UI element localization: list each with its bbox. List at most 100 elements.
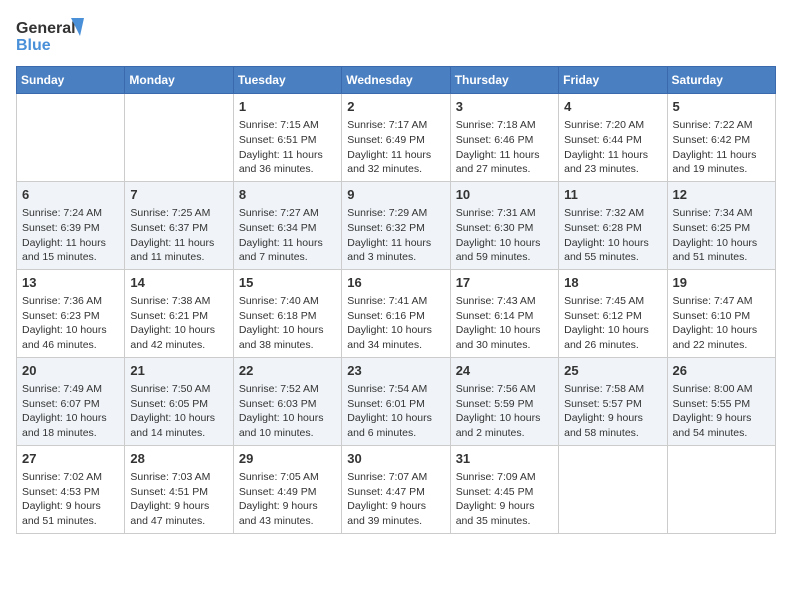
day-info: Sunrise: 8:00 AM Sunset: 5:55 PM Dayligh… [673, 382, 770, 441]
day-info: Sunrise: 7:09 AM Sunset: 4:45 PM Dayligh… [456, 470, 553, 529]
day-info: Sunrise: 7:47 AM Sunset: 6:10 PM Dayligh… [673, 294, 770, 353]
calendar-cell [125, 94, 233, 182]
day-number: 15 [239, 274, 336, 292]
day-info: Sunrise: 7:54 AM Sunset: 6:01 PM Dayligh… [347, 382, 444, 441]
day-info: Sunrise: 7:24 AM Sunset: 6:39 PM Dayligh… [22, 206, 119, 265]
day-number: 11 [564, 186, 661, 204]
day-info: Sunrise: 7:58 AM Sunset: 5:57 PM Dayligh… [564, 382, 661, 441]
calendar-cell: 17 Sunrise: 7:43 AM Sunset: 6:14 PM Dayli… [450, 269, 558, 357]
day-number: 26 [673, 362, 770, 380]
calendar-cell: 1 Sunrise: 7:15 AM Sunset: 6:51 PM Daylig… [233, 94, 341, 182]
calendar-cell: 22 Sunrise: 7:52 AM Sunset: 6:03 PM Dayli… [233, 357, 341, 445]
day-number: 10 [456, 186, 553, 204]
day-number: 13 [22, 274, 119, 292]
svg-text:General: General [16, 20, 76, 37]
calendar-cell: 3Sunrise: 7:18 AM Sunset: 6:46 PM Daylig… [450, 94, 558, 182]
day-info: Sunrise: 7:50 AM Sunset: 6:05 PM Dayligh… [130, 382, 227, 441]
calendar-cell: 23 Sunrise: 7:54 AM Sunset: 6:01 PM Dayli… [342, 357, 450, 445]
day-number: 7 [130, 186, 227, 204]
calendar-header-sunday: Sunday [17, 67, 125, 94]
calendar-week-5: 27 Sunrise: 7:02 AM Sunset: 4:53 PM Dayli… [17, 445, 776, 533]
day-info: Sunrise: 7:43 AM Sunset: 6:14 PM Dayligh… [456, 294, 553, 353]
day-info: Sunrise: 7:41 AM Sunset: 6:16 PM Dayligh… [347, 294, 444, 353]
calendar-week-4: 20Sunrise: 7:49 AM Sunset: 6:07 PM Dayli… [17, 357, 776, 445]
page-header: GeneralBlue [16, 16, 776, 56]
day-info: Sunrise: 7:32 AM Sunset: 6:28 PM Dayligh… [564, 206, 661, 265]
calendar-week-3: 13Sunrise: 7:36 AM Sunset: 6:23 PM Dayli… [17, 269, 776, 357]
day-number: 29 [239, 450, 336, 468]
calendar-header-friday: Friday [559, 67, 667, 94]
calendar-week-2: 6 Sunrise: 7:24 AM Sunset: 6:39 PM Daylig… [17, 181, 776, 269]
calendar-cell: 24 Sunrise: 7:56 AM Sunset: 5:59 PM Dayli… [450, 357, 558, 445]
calendar-cell: 15 Sunrise: 7:40 AM Sunset: 6:18 PM Dayli… [233, 269, 341, 357]
calendar-cell: 6 Sunrise: 7:24 AM Sunset: 6:39 PM Daylig… [17, 181, 125, 269]
day-number: 21 [130, 362, 227, 380]
day-number: 30 [347, 450, 444, 468]
calendar-header-row: SundayMondayTuesdayWednesdayThursdayFrid… [17, 67, 776, 94]
calendar-cell: 28 Sunrise: 7:03 AM Sunset: 4:51 PM Dayli… [125, 445, 233, 533]
svg-text:Blue: Blue [16, 37, 51, 54]
logo-svg: GeneralBlue [16, 16, 86, 56]
day-number: 23 [347, 362, 444, 380]
calendar-cell: 18 Sunrise: 7:45 AM Sunset: 6:12 PM Dayli… [559, 269, 667, 357]
day-number: 9 [347, 186, 444, 204]
logo: GeneralBlue [16, 16, 86, 56]
day-number: 2 [347, 98, 444, 116]
calendar-cell [667, 445, 775, 533]
day-info: Sunrise: 7:03 AM Sunset: 4:51 PM Dayligh… [130, 470, 227, 529]
day-info: Sunrise: 7:52 AM Sunset: 6:03 PM Dayligh… [239, 382, 336, 441]
calendar-cell: 31 Sunrise: 7:09 AM Sunset: 4:45 PM Dayli… [450, 445, 558, 533]
day-info: Sunrise: 7:31 AM Sunset: 6:30 PM Dayligh… [456, 206, 553, 265]
day-info: Sunrise: 7:02 AM Sunset: 4:53 PM Dayligh… [22, 470, 119, 529]
day-info: Sunrise: 7:20 AM Sunset: 6:44 PM Dayligh… [564, 118, 661, 177]
calendar-cell [559, 445, 667, 533]
calendar-cell: 20Sunrise: 7:49 AM Sunset: 6:07 PM Dayli… [17, 357, 125, 445]
day-number: 8 [239, 186, 336, 204]
day-info: Sunrise: 7:05 AM Sunset: 4:49 PM Dayligh… [239, 470, 336, 529]
day-number: 17 [456, 274, 553, 292]
day-info: Sunrise: 7:29 AM Sunset: 6:32 PM Dayligh… [347, 206, 444, 265]
day-number: 14 [130, 274, 227, 292]
day-info: Sunrise: 7:15 AM Sunset: 6:51 PM Dayligh… [239, 118, 336, 177]
day-number: 18 [564, 274, 661, 292]
day-info: Sunrise: 7:17 AM Sunset: 6:49 PM Dayligh… [347, 118, 444, 177]
day-number: 1 [239, 98, 336, 116]
day-number: 16 [347, 274, 444, 292]
calendar-week-1: 1 Sunrise: 7:15 AM Sunset: 6:51 PM Daylig… [17, 94, 776, 182]
calendar-cell: 26 Sunrise: 8:00 AM Sunset: 5:55 PM Dayli… [667, 357, 775, 445]
day-number: 28 [130, 450, 227, 468]
calendar-cell: 10 Sunrise: 7:31 AM Sunset: 6:30 PM Dayli… [450, 181, 558, 269]
day-number: 22 [239, 362, 336, 380]
calendar-cell: 25Sunrise: 7:58 AM Sunset: 5:57 PM Dayli… [559, 357, 667, 445]
calendar-cell: 8 Sunrise: 7:27 AM Sunset: 6:34 PM Daylig… [233, 181, 341, 269]
day-number: 6 [22, 186, 119, 204]
day-info: Sunrise: 7:07 AM Sunset: 4:47 PM Dayligh… [347, 470, 444, 529]
day-number: 24 [456, 362, 553, 380]
calendar-header-wednesday: Wednesday [342, 67, 450, 94]
calendar-header-thursday: Thursday [450, 67, 558, 94]
day-number: 5 [673, 98, 770, 116]
day-number: 4 [564, 98, 661, 116]
calendar-table: SundayMondayTuesdayWednesdayThursdayFrid… [16, 66, 776, 534]
day-info: Sunrise: 7:27 AM Sunset: 6:34 PM Dayligh… [239, 206, 336, 265]
day-number: 3 [456, 98, 553, 116]
calendar-cell: 5Sunrise: 7:22 AM Sunset: 6:42 PM Daylig… [667, 94, 775, 182]
day-info: Sunrise: 7:25 AM Sunset: 6:37 PM Dayligh… [130, 206, 227, 265]
calendar-cell: 9 Sunrise: 7:29 AM Sunset: 6:32 PM Daylig… [342, 181, 450, 269]
day-info: Sunrise: 7:56 AM Sunset: 5:59 PM Dayligh… [456, 382, 553, 441]
day-info: Sunrise: 7:34 AM Sunset: 6:25 PM Dayligh… [673, 206, 770, 265]
calendar-cell: 7 Sunrise: 7:25 AM Sunset: 6:37 PM Daylig… [125, 181, 233, 269]
day-info: Sunrise: 7:40 AM Sunset: 6:18 PM Dayligh… [239, 294, 336, 353]
calendar-header-saturday: Saturday [667, 67, 775, 94]
day-number: 31 [456, 450, 553, 468]
calendar-cell: 16 Sunrise: 7:41 AM Sunset: 6:16 PM Dayli… [342, 269, 450, 357]
calendar-cell: 14 Sunrise: 7:38 AM Sunset: 6:21 PM Dayli… [125, 269, 233, 357]
day-info: Sunrise: 7:49 AM Sunset: 6:07 PM Dayligh… [22, 382, 119, 441]
day-number: 27 [22, 450, 119, 468]
day-info: Sunrise: 7:45 AM Sunset: 6:12 PM Dayligh… [564, 294, 661, 353]
calendar-cell: 29 Sunrise: 7:05 AM Sunset: 4:49 PM Dayli… [233, 445, 341, 533]
calendar-cell: 11 Sunrise: 7:32 AM Sunset: 6:28 PM Dayli… [559, 181, 667, 269]
calendar-cell: 2 Sunrise: 7:17 AM Sunset: 6:49 PM Daylig… [342, 94, 450, 182]
day-info: Sunrise: 7:38 AM Sunset: 6:21 PM Dayligh… [130, 294, 227, 353]
calendar-cell: 13Sunrise: 7:36 AM Sunset: 6:23 PM Dayli… [17, 269, 125, 357]
